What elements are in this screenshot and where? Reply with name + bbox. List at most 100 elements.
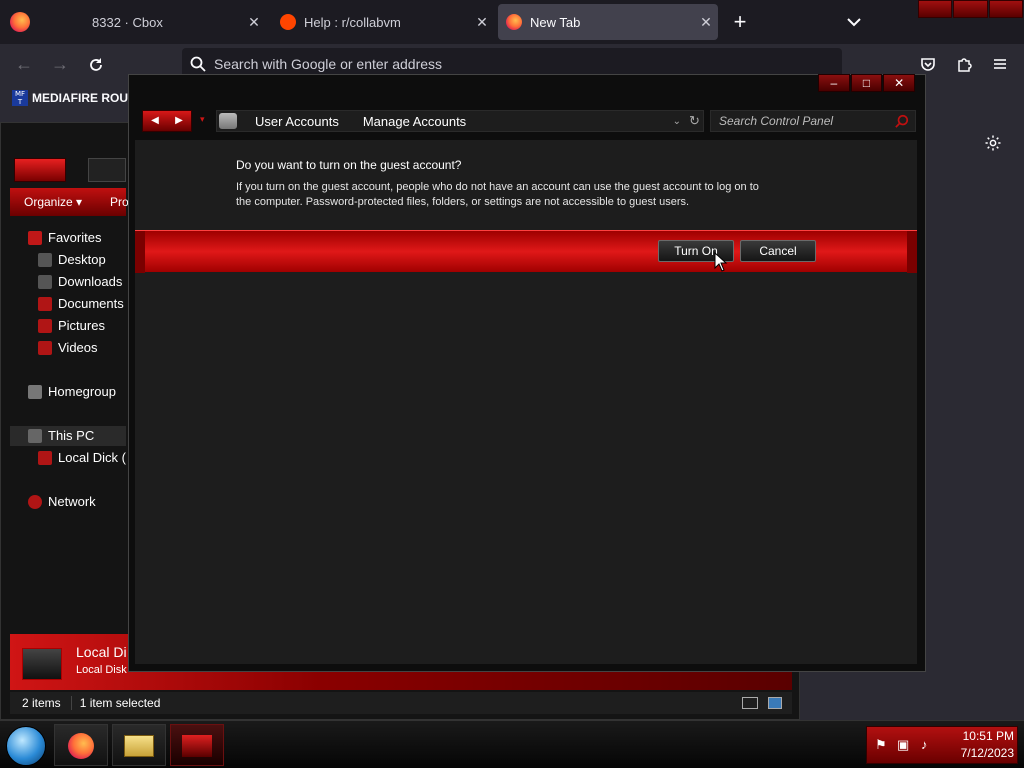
control-panel-icon: [182, 735, 212, 757]
back-icon[interactable]: ◀: [143, 111, 167, 131]
desktop-icon: [38, 252, 52, 267]
nav-pictures[interactable]: Pictures: [38, 318, 105, 333]
search-icon: [190, 56, 206, 72]
organize-label: Organize: [24, 195, 73, 209]
action-bar-edge: [135, 231, 145, 273]
maximize-button[interactable]: [953, 0, 988, 18]
drive-icon: [22, 648, 62, 680]
tab-new-tab[interactable]: New Tab ✕: [498, 4, 718, 40]
close-button[interactable]: [988, 0, 1023, 18]
cancel-button[interactable]: Cancel: [740, 240, 816, 262]
pocket-icon[interactable]: [920, 56, 936, 72]
search-control-panel[interactable]: Search Control Panel: [710, 110, 916, 132]
breadcrumb-user-accounts[interactable]: User Accounts: [255, 114, 339, 129]
details-view-icon[interactable]: [742, 697, 758, 709]
host-window-controls: [918, 0, 1024, 18]
pictures-icon: [38, 318, 52, 333]
tab-title: Help : r/collabvm: [304, 14, 401, 30]
guest-explanation-line-1: If you turn on the guest account, people…: [236, 181, 759, 193]
status-item-count: 2 items: [22, 696, 61, 710]
chevron-down-icon: ▾: [76, 195, 83, 209]
minimize-button[interactable]: [918, 0, 953, 18]
tiles-view-icon[interactable]: [768, 697, 782, 709]
minimize-button[interactable]: –: [818, 74, 850, 92]
start-button[interactable]: [6, 726, 46, 766]
new-tab-icon[interactable]: +: [728, 8, 752, 36]
nav-network[interactable]: Network: [28, 494, 96, 509]
details-title: Local Di: [76, 644, 127, 660]
forward-icon[interactable]: →: [48, 52, 72, 76]
nav-label: Network: [48, 494, 96, 509]
bookmark-mediafire[interactable]: MEDIAFIRE ROULI: [32, 91, 139, 105]
homegroup-icon: [28, 384, 42, 399]
taskbar-firefox[interactable]: [54, 724, 108, 766]
mediafire-icon: MF T: [12, 90, 28, 106]
maximize-button[interactable]: □: [850, 74, 883, 92]
downloads-icon: [38, 274, 52, 289]
recent-pages-icon[interactable]: ▾: [200, 114, 205, 125]
videos-icon: [38, 340, 52, 355]
menu-icon[interactable]: [992, 56, 1008, 72]
nav-label: Videos: [58, 340, 98, 355]
address-bar[interactable]: User Accounts Manage Accounts ⌄ ↻: [216, 110, 704, 132]
volume-icon[interactable]: ♪: [921, 737, 928, 752]
nav-local-disk[interactable]: Local Dick (: [38, 450, 126, 465]
nav-label: Homegroup: [48, 384, 116, 399]
explorer-toolbar: Organize ▾ Pro: [10, 188, 129, 216]
extensions-icon[interactable]: [956, 56, 972, 72]
nav-label: Documents: [58, 296, 124, 311]
url-placeholder: Search with Google or enter address: [214, 56, 443, 72]
forward-icon[interactable]: ▶: [167, 111, 191, 131]
nav-label: This PC: [48, 428, 95, 443]
firefox-icon: [68, 733, 94, 759]
organize-menu[interactable]: Organize ▾: [24, 195, 82, 209]
network-tray-icon[interactable]: ▣: [897, 737, 909, 753]
nav-label: Desktop: [58, 252, 106, 267]
nav-homegroup[interactable]: Homegroup: [28, 384, 116, 399]
nav-this-pc[interactable]: This PC: [28, 428, 94, 443]
nav-label: Local Dick (: [58, 450, 126, 465]
nav-desktop[interactable]: Desktop: [38, 252, 106, 267]
guest-explanation: If you turn on the guest account, people…: [236, 180, 826, 210]
search-icon[interactable]: [895, 114, 909, 128]
explorer-nav-buttons[interactable]: [14, 158, 66, 182]
dialog-nav-buttons: ◀ ▶: [142, 110, 192, 132]
chevron-down-icon[interactable]: ⌄: [673, 116, 681, 127]
close-button[interactable]: ✕: [883, 74, 916, 92]
tab-cbox[interactable]: 8332 · Cbox ✕: [44, 4, 266, 40]
dialog-window-controls: – □ ✕: [818, 74, 916, 92]
search-placeholder: Search Control Panel: [719, 114, 834, 128]
folder-icon: [124, 735, 154, 757]
breadcrumb-manage-accounts[interactable]: Manage Accounts: [363, 114, 466, 129]
tab-reddit[interactable]: Help : r/collabvm ✕: [272, 4, 494, 40]
nav-downloads[interactable]: Downloads: [38, 274, 122, 289]
details-subtitle: Local Disk: [76, 664, 127, 676]
firefox-icon: [506, 14, 522, 30]
explorer-address[interactable]: [88, 158, 126, 182]
taskbar-explorer[interactable]: [112, 724, 166, 766]
chevron-down-icon[interactable]: [842, 10, 866, 34]
close-tab-icon[interactable]: ✕: [470, 14, 494, 31]
nav-documents[interactable]: Documents: [38, 296, 124, 311]
clock-time: 10:51 PM: [962, 729, 1014, 743]
nav-label: Downloads: [58, 274, 123, 289]
clock[interactable]: 10:51 PM 7/12/2023: [936, 728, 1014, 762]
gear-icon[interactable]: [984, 134, 1002, 152]
mouse-cursor: [714, 252, 728, 272]
reload-icon[interactable]: [88, 57, 104, 73]
dialog-content: [135, 140, 917, 664]
taskbar-control-panel[interactable]: [170, 724, 224, 766]
firefox-icon[interactable]: [10, 12, 30, 32]
reddit-icon: [280, 14, 296, 30]
nav-videos[interactable]: Videos: [38, 340, 98, 355]
action-bar-edge: [907, 231, 917, 273]
back-icon[interactable]: ←: [12, 52, 36, 76]
properties-menu[interactable]: Pro: [110, 195, 129, 209]
close-tab-icon[interactable]: ✕: [242, 14, 266, 31]
nav-label: Favorites: [48, 230, 102, 245]
close-tab-icon[interactable]: ✕: [694, 14, 718, 31]
flag-icon[interactable]: ⚑: [875, 737, 887, 753]
refresh-icon[interactable]: ↻: [689, 113, 700, 129]
nav-favorites[interactable]: Favorites: [28, 230, 101, 245]
computer-icon: [28, 428, 42, 443]
